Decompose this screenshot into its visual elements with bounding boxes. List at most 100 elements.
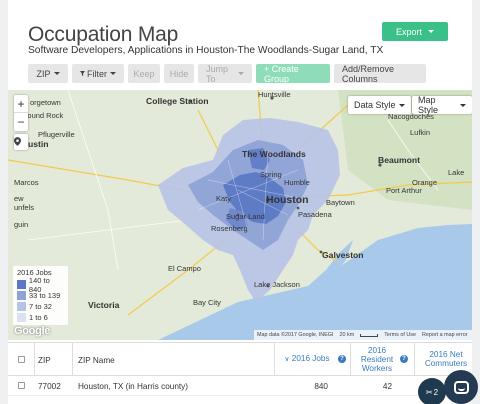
chevron-down-icon	[398, 103, 405, 107]
map-label-round-rock: Round Rock	[22, 111, 64, 120]
row-checkbox[interactable]	[18, 382, 25, 389]
map-pin-icon	[14, 137, 21, 146]
map-label-marcos: Marcos	[14, 178, 39, 187]
map-label-bay-city: Bay City	[193, 298, 221, 307]
map-label-college-station: College Station	[146, 96, 209, 106]
legend-label: 7 to 32	[29, 302, 52, 311]
column-header-zip[interactable]: ZIP	[38, 356, 51, 365]
map-label-katy: Katy	[216, 194, 232, 203]
chevron-down-icon	[238, 72, 244, 75]
cell-zip: 77002	[38, 382, 61, 391]
map-label-rosenberg: Rosenberg	[211, 224, 248, 233]
create-group-label: + Create Group	[264, 63, 299, 84]
column-header-net-commuters[interactable]: 2016 Net Commuters	[420, 350, 472, 368]
map-label-victoria: Victoria	[88, 300, 120, 310]
filter-count-button[interactable]: ✂ 2	[418, 378, 446, 404]
map-scale: 20 km	[339, 332, 355, 338]
map-style-dropdown[interactable]: Map Style	[412, 95, 472, 115]
cell-resident-workers: 42	[382, 382, 392, 391]
column-divider	[72, 343, 73, 375]
cell-zip-name: Houston, TX (in Harris county)	[78, 382, 188, 391]
help-icon: ?	[338, 354, 346, 363]
select-all-checkbox[interactable]	[18, 356, 25, 363]
map-label-sugar-land: Sugar Land	[226, 212, 265, 221]
create-group-button[interactable]: + Create Group	[256, 63, 330, 84]
filter-count: 2	[433, 387, 439, 397]
add-remove-columns-label: Add/Remove Columns	[342, 63, 395, 84]
zoom-in-button[interactable]: +	[14, 95, 28, 113]
hide-label: Hide	[169, 68, 189, 79]
column-divider	[414, 343, 415, 375]
map-label-houston: Houston	[266, 194, 309, 206]
hide-button[interactable]: Hide	[164, 64, 194, 83]
terms-link[interactable]: Terms of Use	[384, 332, 416, 338]
column-divider	[274, 343, 275, 375]
jump-to-dropdown[interactable]: Jump To	[198, 63, 252, 84]
legend-swatch	[17, 313, 26, 322]
map-label-braunfels: unfels	[14, 203, 35, 212]
main-panel: Occupation Map Software Developers, Appl…	[8, 0, 472, 404]
legend-swatch	[17, 291, 26, 300]
map-style-label: Map Style	[418, 95, 439, 115]
map-label-el-campo: El Campo	[168, 264, 201, 273]
map-attribution: Map data ©2017 Google, INEGI	[257, 332, 334, 338]
legend-label: 1 to 6	[29, 313, 48, 322]
map-legend: 2016 Jobs 140 to 840 33 to 139 7 to 32 1…	[13, 266, 68, 325]
legend-swatch	[17, 302, 26, 311]
report-error-link[interactable]: Report a map error	[422, 332, 468, 338]
chevron-down-icon	[460, 103, 466, 107]
zip-dropdown[interactable]: ZIP	[28, 64, 68, 83]
page-subtitle: Software Developers, Applications in Hou…	[28, 45, 384, 56]
legend-item: 1 to 6	[17, 312, 64, 323]
map-label-lufkin: Lufkin	[410, 128, 431, 137]
map-label-austin: ustin	[28, 139, 49, 149]
help-icon: ?	[400, 354, 408, 363]
data-style-dropdown[interactable]: Data Style	[348, 96, 411, 114]
filter-icon	[80, 71, 85, 76]
legend-swatch	[17, 280, 26, 289]
toolbar: ZIP Filter Keep Hide Jump To + Create Gr…	[28, 63, 426, 84]
jump-to-label: Jump To	[206, 63, 229, 84]
google-logo: Google	[14, 325, 51, 337]
export-label: Export	[395, 26, 422, 37]
column-header-zip-name[interactable]: ZIP Name	[78, 356, 115, 365]
zoom-out-button[interactable]: −	[14, 113, 28, 131]
occupation-map[interactable]: Huntsville College Station orgetown Roun…	[8, 90, 472, 340]
map-label-georgetown: orgetown	[30, 98, 61, 107]
legend-item: 7 to 32	[17, 301, 64, 312]
map-label-pasadena: Pasadena	[298, 210, 332, 219]
map-label-huntsville: Huntsville	[258, 90, 291, 99]
jobs-header-label: 2016 Jobs	[291, 354, 330, 363]
page-title: Occupation Map	[28, 23, 179, 46]
map-label-port-arthur: Port Arthur	[386, 186, 422, 195]
cell-jobs: 840	[314, 382, 328, 391]
keep-label: Keep	[133, 68, 155, 79]
chat-button[interactable]	[444, 370, 478, 404]
chat-icon	[453, 380, 469, 394]
legend-item: 33 to 139	[17, 290, 64, 301]
map-label-woodlands: The Woodlands	[242, 149, 306, 159]
keep-button[interactable]: Keep	[128, 64, 160, 83]
locate-button[interactable]	[14, 134, 28, 150]
jobs-help[interactable]: ?	[338, 354, 346, 363]
scale-bar	[360, 333, 379, 337]
column-header-jobs[interactable]: ∨ 2016 Jobs	[280, 354, 334, 363]
map-label-new: ew	[14, 194, 24, 203]
table-row[interactable]: 77002 Houston, TX (in Harris county) 840…	[8, 376, 472, 396]
resident-workers-help[interactable]: ?	[400, 354, 408, 363]
add-remove-columns-button[interactable]: Add/Remove Columns	[334, 63, 426, 84]
chevron-down-icon	[53, 72, 60, 75]
map-label-humble: Humble	[284, 178, 310, 187]
column-divider	[34, 343, 35, 375]
scissors-icon: ✂	[425, 387, 433, 397]
chevron-down-icon	[428, 30, 434, 33]
column-header-resident-workers[interactable]: 2016 Resident Workers	[354, 346, 400, 373]
export-button[interactable]: Export	[382, 22, 448, 41]
filter-button[interactable]: Filter	[72, 64, 124, 83]
legend-label: 33 to 139	[29, 291, 61, 300]
map-label-pflugerville: Pflugerville	[38, 130, 75, 139]
map-label-galveston: Galveston	[322, 250, 364, 260]
city-dot-pasadena	[296, 206, 300, 210]
chevron-down-icon	[110, 72, 116, 75]
column-divider	[350, 343, 351, 375]
